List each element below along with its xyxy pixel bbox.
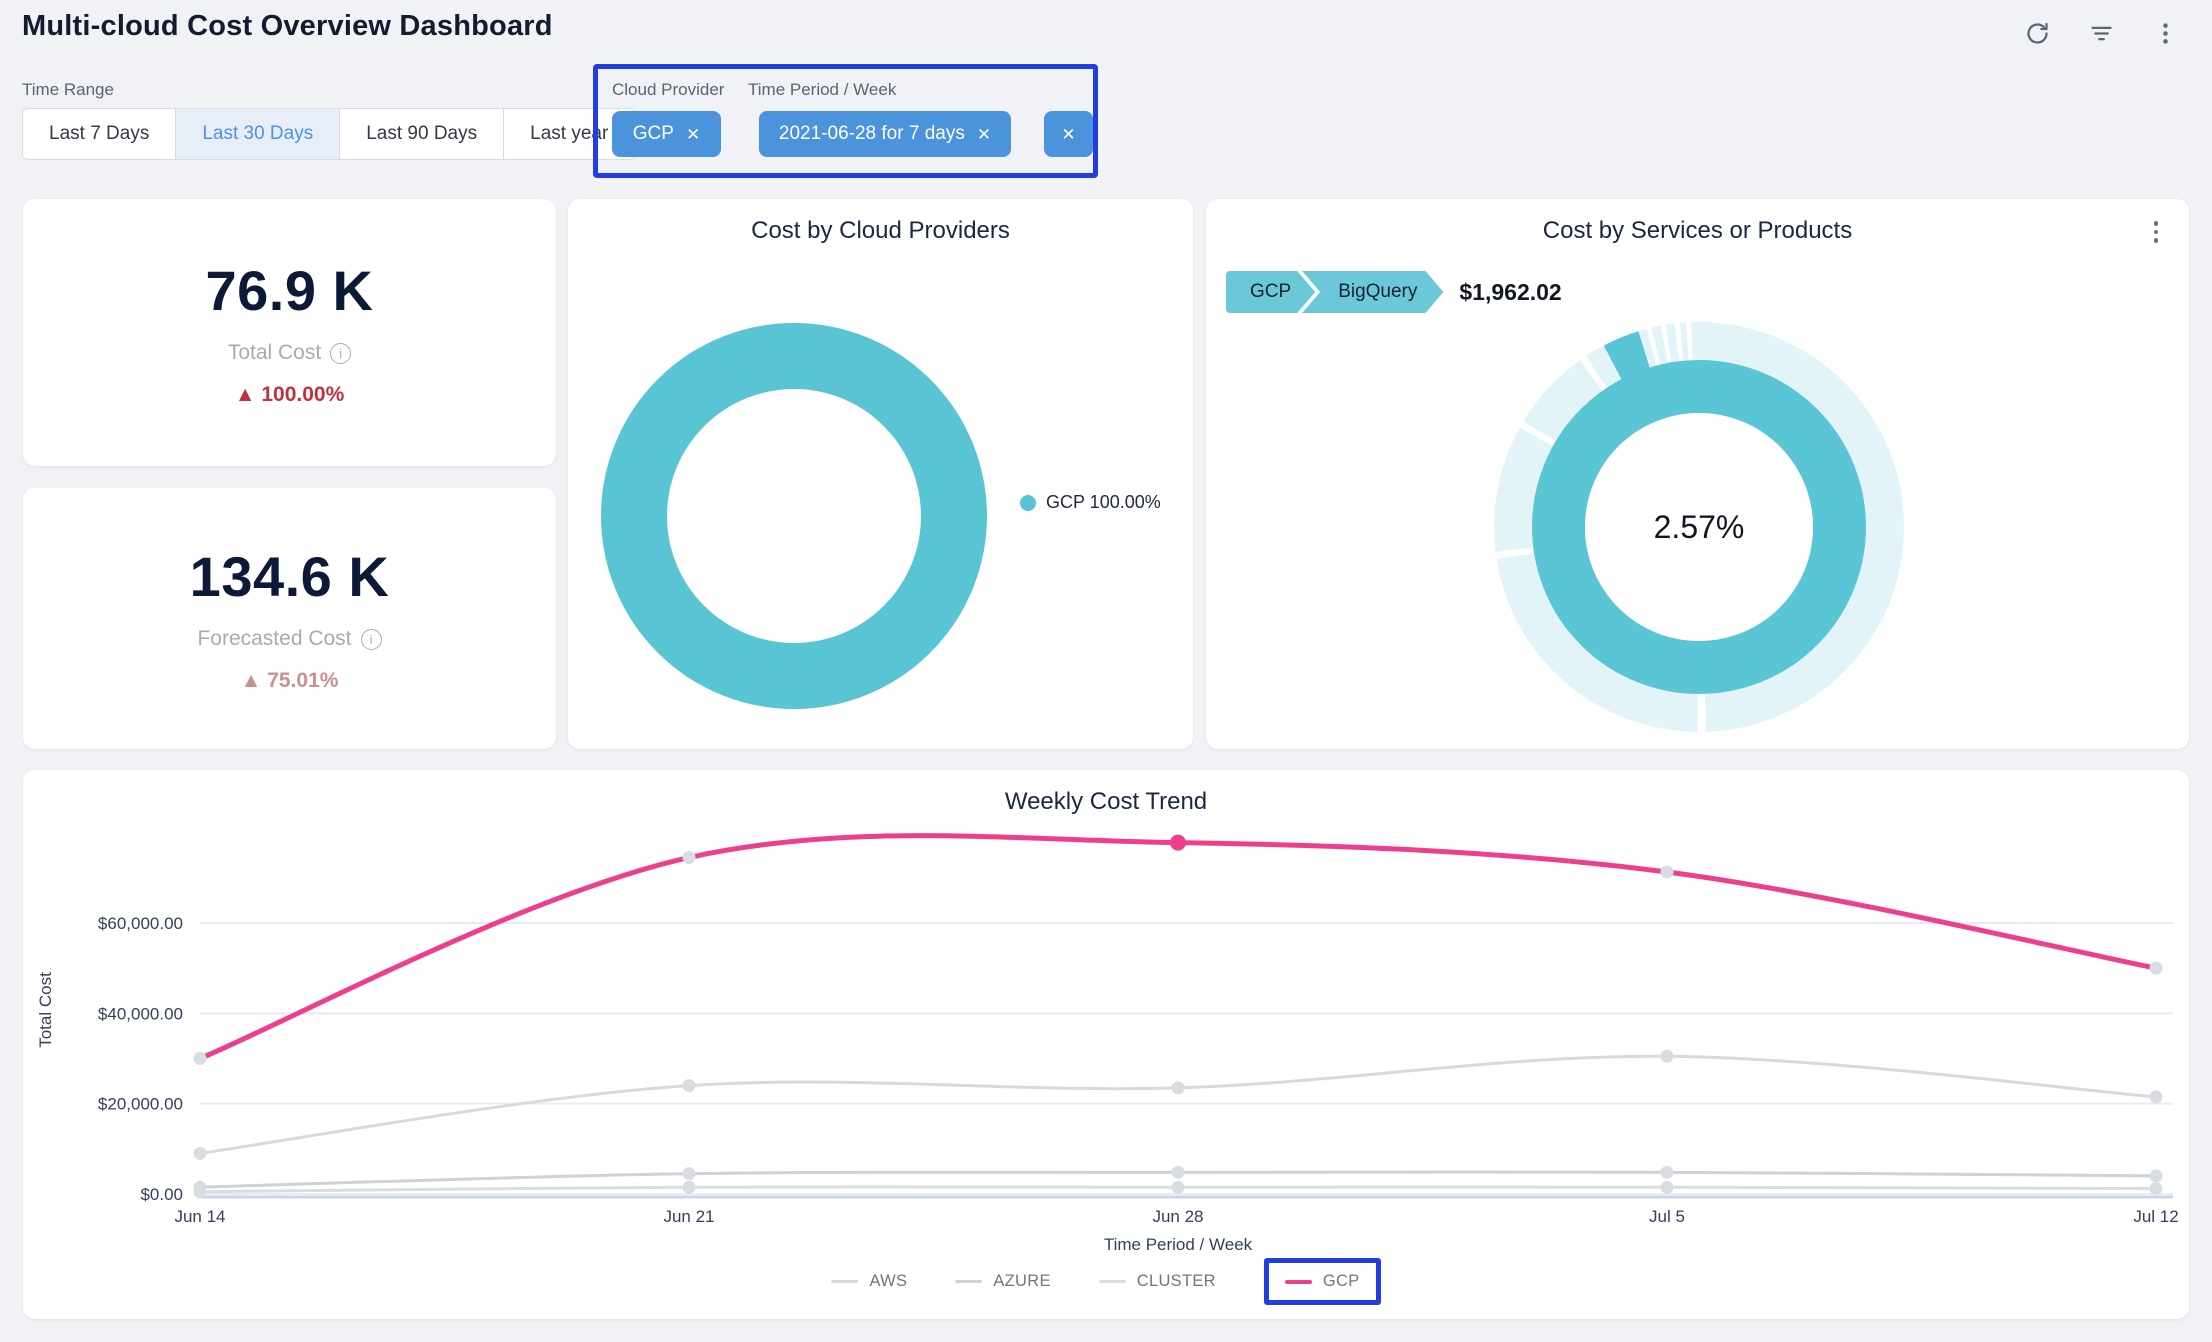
cloud-provider-label: Cloud Provider <box>612 80 724 100</box>
trend-legend: AWS AZURE CLUSTER GCP <box>23 1258 2189 1305</box>
data-point-gcp-jul-12[interactable] <box>2150 962 2163 975</box>
x-axis-title: Time Period / Week <box>1104 1235 1253 1254</box>
info-icon[interactable]: i <box>330 343 351 364</box>
data-point-gcp-jul-5[interactable] <box>1661 865 1674 878</box>
legend-dash <box>1285 1280 1312 1284</box>
series-line-gcp <box>200 836 2156 1059</box>
forecasted-cost-value: 134.6 K <box>190 544 390 609</box>
providers-donut-chart[interactable] <box>601 323 987 709</box>
data-point-azure-jun-21[interactable] <box>683 1167 696 1180</box>
data-point-aws-jun-28[interactable] <box>1172 1081 1185 1094</box>
legend-dash <box>1099 1280 1126 1283</box>
time-period-label: Time Period / Week <box>748 80 896 100</box>
series-line-aws <box>200 1056 2156 1153</box>
card-menu-icon[interactable] <box>2143 219 2169 245</box>
clear-filters-button[interactable]: ✕ <box>1044 111 1093 157</box>
y-tick-label: $20,000.00 <box>98 1095 183 1114</box>
data-point-cluster-jul-5[interactable] <box>1661 1181 1674 1194</box>
data-point-cluster-jun-28[interactable] <box>1172 1181 1185 1194</box>
x-tick-label: Jul 12 <box>2133 1207 2178 1226</box>
header-actions <box>2018 14 2184 52</box>
time-period-chip[interactable]: 2021-06-28 for 7 days ✕ <box>759 111 1011 157</box>
cloud-provider-chip-label: GCP <box>633 123 674 145</box>
total-cost-label: Total Cost <box>228 341 321 365</box>
legend-label: AZURE <box>993 1272 1050 1291</box>
cost-by-services-card: Cost by Services or Products GCPBigQuery… <box>1206 199 2189 749</box>
legend-item-aws[interactable]: AWS <box>831 1272 907 1291</box>
y-axis-title: Total Cost <box>36 972 55 1048</box>
legend-label: GCP <box>1323 1272 1360 1291</box>
annotation-box-legend-gcp[interactable]: GCP <box>1264 1258 1381 1305</box>
info-icon[interactable]: i <box>361 629 382 650</box>
time-period-chip-label: 2021-06-28 for 7 days <box>779 123 965 145</box>
legend-label: GCP 100.00% <box>1046 492 1161 513</box>
forecasted-cost-label: Forecasted Cost <box>197 627 351 651</box>
data-point-gcp-jun-21[interactable] <box>683 851 696 864</box>
legend-item-azure[interactable]: AZURE <box>955 1272 1050 1291</box>
time-range-option-last-7-days[interactable]: Last 7 Days <box>23 109 176 159</box>
services-donut-center: 2.57% <box>1585 413 1813 641</box>
data-point-azure-jul-12[interactable] <box>2150 1169 2163 1182</box>
cloud-provider-chip[interactable]: GCP ✕ <box>612 111 721 157</box>
y-tick-label: $60,000.00 <box>98 914 183 933</box>
services-center-percentage: 2.57% <box>1654 509 1745 546</box>
cost-by-cloud-providers-card: Cost by Cloud Providers GCP 100.00% <box>568 199 1193 749</box>
y-tick-label: $40,000.00 <box>98 1004 183 1023</box>
legend-dot <box>1020 495 1036 511</box>
services-chart-title: Cost by Services or Products <box>1206 217 2189 245</box>
data-point-aws-jun-21[interactable] <box>683 1079 696 1092</box>
providers-legend-item-gcp[interactable]: GCP 100.00% <box>1020 492 1161 513</box>
total-cost-card: 76.9 K Total Cost i ▲ 100.00% <box>23 199 556 466</box>
time-range-option-last-90-days[interactable]: Last 90 Days <box>340 109 504 159</box>
time-range-segmented-control: Last 7 DaysLast 30 DaysLast 90 DaysLast … <box>22 108 635 160</box>
breadcrumb: GCPBigQuery $1,962.02 <box>1226 271 1562 313</box>
data-point-gcp-jun-14[interactable] <box>194 1052 207 1065</box>
close-icon: ✕ <box>1061 126 1075 143</box>
forecasted-cost-delta: ▲ 75.01% <box>241 669 339 693</box>
x-tick-label: Jun 14 <box>174 1207 225 1226</box>
x-tick-label: Jun 28 <box>1152 1207 1203 1226</box>
legend-label: CLUSTER <box>1137 1272 1216 1291</box>
x-tick-label: Jul 5 <box>1649 1207 1685 1226</box>
data-point-aws-jul-12[interactable] <box>2150 1090 2163 1103</box>
data-point-gcp-jun-28[interactable] <box>1170 835 1186 851</box>
data-point-azure-jul-5[interactable] <box>1661 1166 1674 1179</box>
time-range-option-last-30-days[interactable]: Last 30 Days <box>176 109 340 159</box>
breadcrumb-amount: $1,962.02 <box>1459 279 1561 306</box>
trend-line-chart[interactable]: $60,000.00 $40,000.00 $20,000.00 $0.00 Total… <box>23 770 2189 1319</box>
data-point-aws-jul-5[interactable] <box>1661 1050 1674 1063</box>
providers-chart-title: Cost by Cloud Providers <box>568 217 1193 245</box>
total-cost-value: 76.9 K <box>206 258 374 323</box>
total-cost-delta: ▲ 100.00% <box>235 383 345 407</box>
y-tick-label: $0.00 <box>140 1185 183 1204</box>
weekly-cost-trend-card: Weekly Cost Trend $60,000.00$40,000.00$2… <box>23 770 2189 1319</box>
data-point-cluster-jun-14[interactable] <box>194 1185 207 1198</box>
refresh-icon[interactable] <box>2018 14 2056 52</box>
legend-dash <box>831 1280 858 1283</box>
filter-icon[interactable] <box>2082 14 2120 52</box>
forecasted-cost-card: 134.6 K Forecasted Cost i ▲ 75.01% <box>23 488 556 749</box>
chip-close-icon[interactable]: ✕ <box>977 126 991 143</box>
time-range-label: Time Range <box>22 80 114 100</box>
more-options-icon[interactable] <box>2146 14 2184 52</box>
data-point-aws-jun-14[interactable] <box>194 1147 207 1160</box>
legend-dash <box>955 1280 982 1283</box>
page-title: Multi-cloud Cost Overview Dashboard <box>22 10 553 43</box>
legend-label: AWS <box>869 1272 907 1291</box>
data-point-cluster-jul-12[interactable] <box>2150 1182 2163 1195</box>
breadcrumb-chip-gcp[interactable]: GCP <box>1226 271 1315 313</box>
data-point-azure-jun-28[interactable] <box>1172 1166 1185 1179</box>
legend-item-cluster[interactable]: CLUSTER <box>1099 1272 1216 1291</box>
data-point-cluster-jun-21[interactable] <box>683 1181 696 1194</box>
x-tick-label: Jun 21 <box>663 1207 714 1226</box>
chip-close-icon[interactable]: ✕ <box>686 126 700 143</box>
breadcrumb-chip-bigquery[interactable]: BigQuery <box>1302 271 1443 313</box>
